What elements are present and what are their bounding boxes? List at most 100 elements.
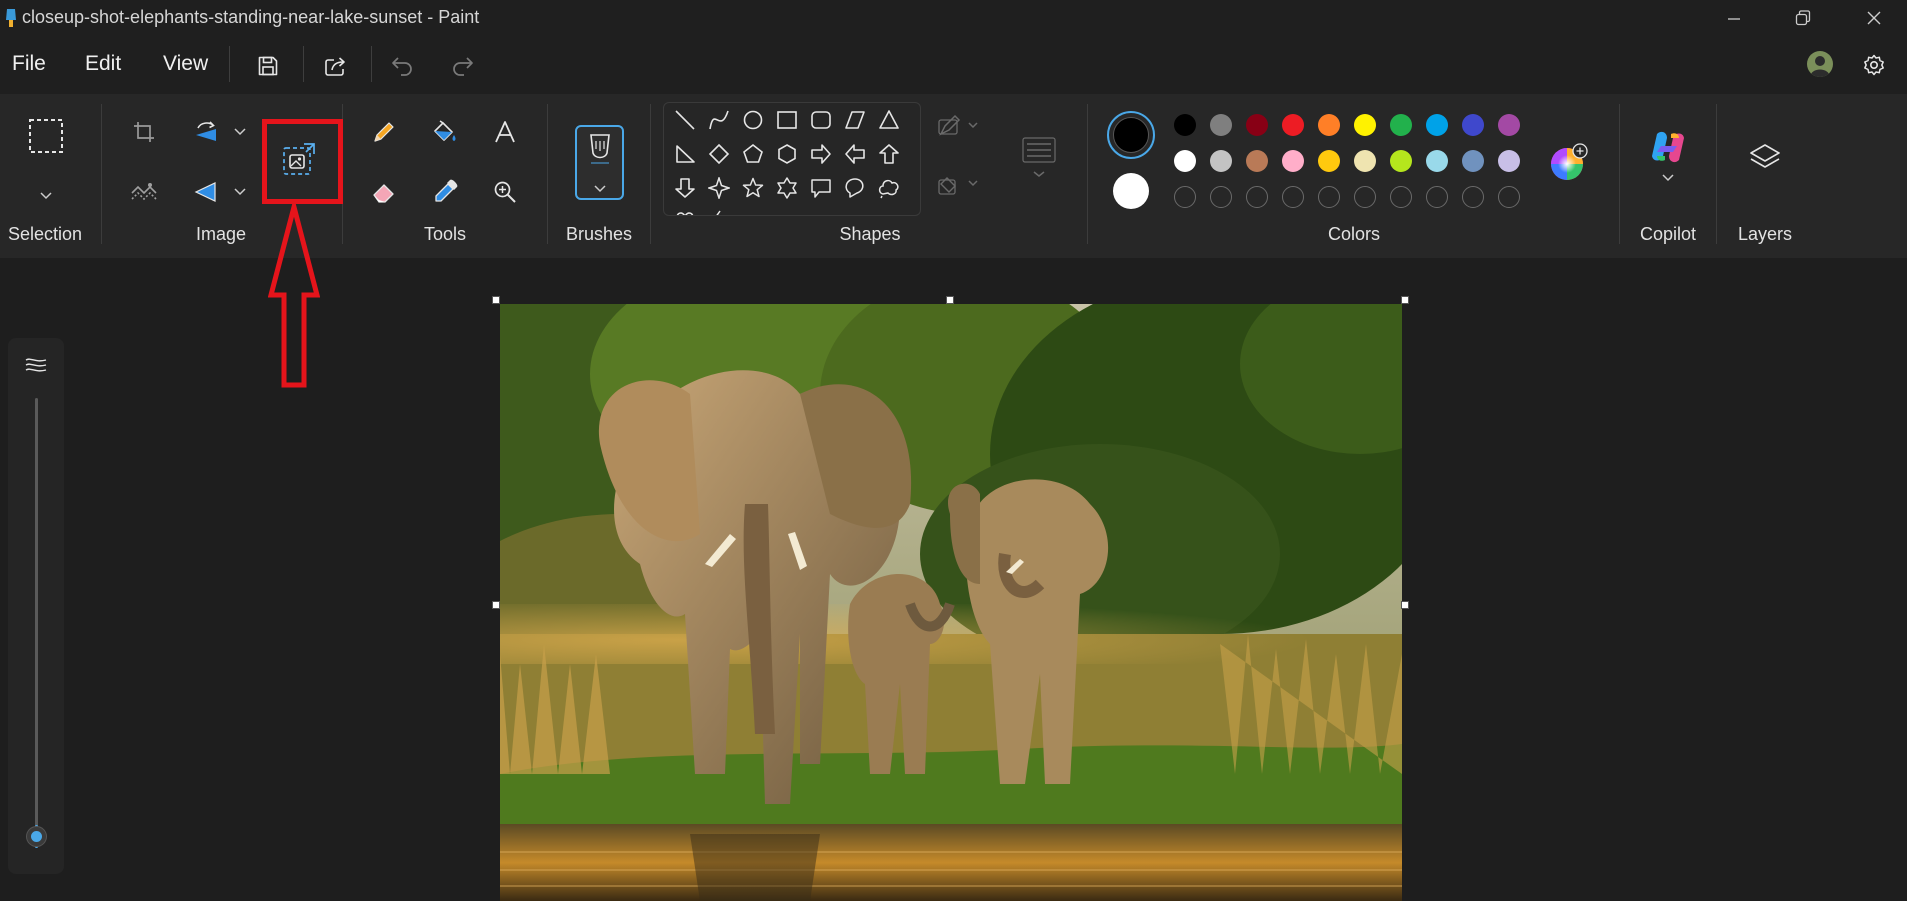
color-swatch[interactable] — [1426, 150, 1448, 172]
resize-handle-right[interactable] — [1401, 601, 1409, 609]
shape-heart[interactable] — [668, 205, 702, 215]
resize-handle-top-left[interactable] — [492, 296, 500, 304]
share-button[interactable] — [320, 50, 352, 82]
shape-callout-cloud[interactable] — [872, 173, 906, 203]
shape-callout-oval[interactable] — [838, 173, 872, 203]
shape-right-triangle[interactable] — [668, 139, 702, 169]
color-swatch[interactable] — [1282, 150, 1304, 172]
shape-up-arrow[interactable] — [872, 139, 906, 169]
menu-edit[interactable]: Edit — [85, 52, 121, 76]
rotate-button[interactable] — [186, 112, 226, 152]
settings-button[interactable] — [1858, 49, 1890, 81]
text-icon — [492, 119, 518, 145]
undo-button[interactable] — [387, 50, 419, 82]
shape-rectangle[interactable] — [770, 105, 804, 135]
menu-file[interactable]: File — [12, 52, 46, 76]
shape-curve[interactable] — [702, 105, 736, 135]
canvas-image[interactable] — [500, 304, 1402, 901]
custom-color-slot[interactable] — [1498, 186, 1520, 208]
shape-five-point-star[interactable] — [736, 173, 770, 203]
restore-button[interactable] — [1776, 0, 1830, 36]
color-swatch[interactable] — [1318, 150, 1340, 172]
flip-chevron-down-icon[interactable] — [232, 184, 248, 200]
remove-background-button[interactable] — [124, 172, 164, 212]
color-swatch[interactable] — [1318, 114, 1340, 136]
rotate-chevron-down-icon[interactable] — [232, 124, 248, 140]
color-swatch[interactable] — [1174, 150, 1196, 172]
copilot-button[interactable] — [1646, 130, 1690, 190]
shape-right-arrow[interactable] — [804, 139, 838, 169]
color-swatch[interactable] — [1210, 150, 1232, 172]
zoom-menu-icon[interactable] — [25, 356, 47, 372]
shape-lightning[interactable] — [702, 205, 736, 215]
custom-color-slot[interactable] — [1462, 186, 1484, 208]
shape-down-arrow[interactable] — [668, 173, 702, 203]
shape-triangle[interactable] — [872, 105, 906, 135]
color-swatch[interactable] — [1390, 114, 1412, 136]
shape-six-point-star[interactable] — [770, 173, 804, 203]
color-swatch[interactable] — [1282, 114, 1304, 136]
custom-color-slot[interactable] — [1210, 186, 1232, 208]
color-picker-button[interactable] — [425, 172, 465, 212]
custom-color-slot[interactable] — [1426, 186, 1448, 208]
copilot-chevron-down-icon — [1660, 170, 1676, 186]
zoom-slider-track[interactable] — [35, 398, 38, 848]
shape-rounded-rectangle[interactable] — [804, 105, 838, 135]
selection-tool-button[interactable] — [10, 108, 80, 204]
custom-color-slot[interactable] — [1390, 186, 1412, 208]
shape-oval[interactable] — [736, 105, 770, 135]
primary-color-button[interactable] — [1107, 111, 1155, 159]
color-swatch[interactable] — [1354, 150, 1376, 172]
custom-color-slot[interactable] — [1246, 186, 1268, 208]
shape-outline-button[interactable] — [937, 112, 981, 140]
shape-fill-button[interactable] — [937, 172, 981, 200]
close-button[interactable] — [1847, 0, 1901, 36]
color-swatch[interactable] — [1210, 114, 1232, 136]
color-swatch[interactable] — [1498, 114, 1520, 136]
layers-button[interactable] — [1745, 138, 1785, 178]
secondary-color-swatch[interactable] — [1113, 173, 1149, 209]
zoom-slider-thumb[interactable] — [27, 827, 46, 846]
color-swatch[interactable] — [1498, 150, 1520, 172]
brushes-button[interactable] — [575, 125, 624, 200]
crop-button[interactable] — [124, 112, 164, 152]
menu-view[interactable]: View — [163, 52, 208, 76]
magnifier-button[interactable] — [485, 172, 525, 212]
shape-four-point-star[interactable] — [702, 173, 736, 203]
shape-polygon[interactable] — [838, 105, 872, 135]
ribbon-divider — [1087, 104, 1088, 244]
resize-handle-top[interactable] — [946, 296, 954, 304]
color-swatch[interactable] — [1354, 114, 1376, 136]
color-swatch[interactable] — [1390, 150, 1412, 172]
resize-handle-left[interactable] — [492, 601, 500, 609]
shape-pentagon[interactable] — [736, 139, 770, 169]
fill-button[interactable] — [425, 112, 465, 152]
color-swatch[interactable] — [1246, 114, 1268, 136]
pencil-button[interactable] — [364, 112, 404, 152]
color-swatch[interactable] — [1426, 114, 1448, 136]
redo-icon — [449, 54, 475, 78]
shape-line-width-button[interactable] — [1019, 134, 1059, 184]
save-button[interactable] — [252, 50, 284, 82]
minimize-button[interactable] — [1707, 0, 1761, 36]
redo-button[interactable] — [446, 50, 478, 82]
custom-color-slot[interactable] — [1318, 186, 1340, 208]
color-swatch[interactable] — [1462, 114, 1484, 136]
color-swatch[interactable] — [1246, 150, 1268, 172]
color-swatch[interactable] — [1462, 150, 1484, 172]
custom-color-slot[interactable] — [1282, 186, 1304, 208]
custom-color-slot[interactable] — [1174, 186, 1196, 208]
custom-color-slot[interactable] — [1354, 186, 1376, 208]
edit-colors-button[interactable] — [1549, 142, 1589, 182]
eraser-button[interactable] — [364, 172, 404, 212]
shape-left-arrow[interactable] — [838, 139, 872, 169]
shape-callout-rectangle[interactable] — [804, 173, 838, 203]
resize-handle-top-right[interactable] — [1401, 296, 1409, 304]
flip-button[interactable] — [186, 172, 226, 212]
account-avatar[interactable] — [1807, 51, 1833, 77]
color-swatch[interactable] — [1174, 114, 1196, 136]
shape-line[interactable] — [668, 105, 702, 135]
text-button[interactable] — [485, 112, 525, 152]
shape-hexagon[interactable] — [770, 139, 804, 169]
shape-diamond[interactable] — [702, 139, 736, 169]
